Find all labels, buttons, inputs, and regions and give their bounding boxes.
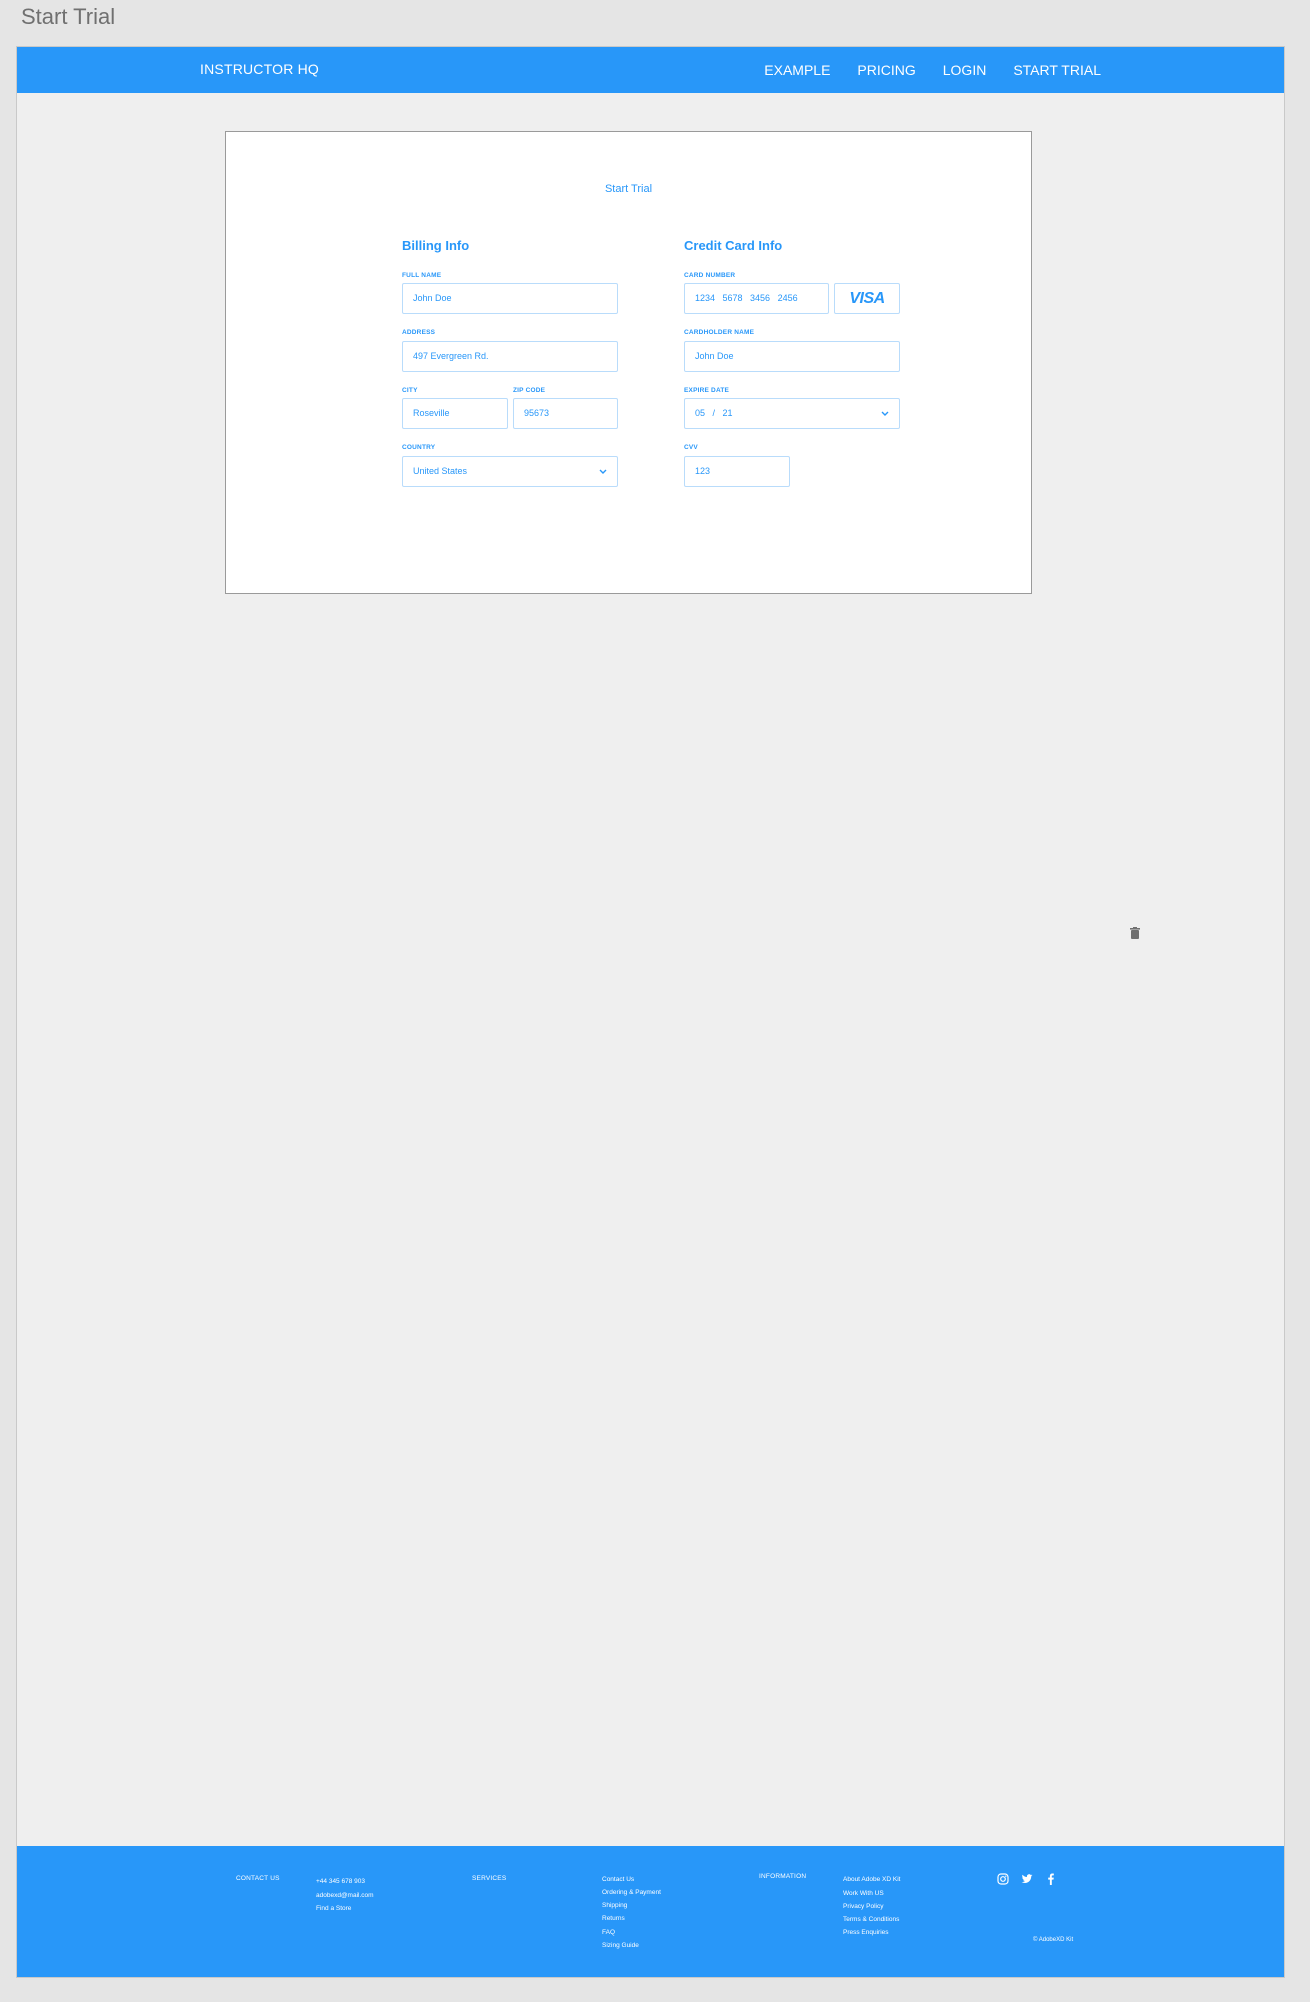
chevron-down-icon: [881, 399, 889, 441]
navbar: INSTRUCTOR HQ EXAMPLE PRICING LOGIN STAR…: [17, 47, 1284, 93]
artboard: INSTRUCTOR HQ EXAMPLE PRICING LOGIN STAR…: [16, 46, 1285, 1978]
footer-copyright: © AdobeXD Kit: [1033, 1937, 1074, 1943]
city-field[interactable]: Roseville: [402, 398, 508, 429]
city-label: CITY: [402, 387, 418, 394]
country-select[interactable]: United States: [402, 456, 618, 487]
footer-phone[interactable]: +44 345 678 903: [316, 1878, 365, 1885]
footer-information-heading: INFORMATION: [759, 1873, 807, 1880]
nav-link-example[interactable]: EXAMPLE: [764, 62, 830, 78]
footer: CONTACT US +44 345 678 903 adobexd@mail.…: [17, 1846, 1284, 1977]
nav-link-start-trial[interactable]: START TRIAL: [1013, 62, 1101, 78]
footer-info-link[interactable]: Work With US: [843, 1890, 884, 1897]
expire-date-value: 05 / 21: [695, 408, 733, 418]
expire-date-select[interactable]: 05 / 21: [684, 398, 900, 429]
instagram-icon[interactable]: [997, 1872, 1009, 1885]
footer-info-link[interactable]: Terms & Conditions: [843, 1916, 899, 1923]
credit-card-heading: Credit Card Info: [684, 238, 783, 253]
cardholder-label: CARDHOLDER NAME: [684, 329, 755, 336]
trash-icon[interactable]: [1130, 926, 1140, 939]
brand-logo[interactable]: INSTRUCTOR HQ: [200, 61, 319, 77]
nav-link-pricing[interactable]: PRICING: [857, 62, 915, 78]
cardholder-field[interactable]: John Doe: [684, 341, 900, 372]
address-label: ADDRESS: [402, 329, 436, 336]
cvv-field[interactable]: 123: [684, 456, 790, 487]
footer-service-link[interactable]: Sizing Guide: [602, 1942, 639, 1949]
visa-logo: VISA: [834, 283, 900, 314]
nav-link-login[interactable]: LOGIN: [943, 62, 987, 78]
footer-info-link[interactable]: Press Enquiries: [843, 1929, 889, 1936]
footer-find-store[interactable]: Find a Store: [316, 1905, 351, 1912]
twitter-icon[interactable]: [1021, 1872, 1033, 1884]
zip-label: ZIP CODE: [513, 387, 546, 394]
footer-service-link[interactable]: Contact Us: [602, 1876, 634, 1883]
footer-services-heading: SERVICES: [472, 1875, 507, 1882]
footer-service-link[interactable]: FAQ: [602, 1929, 615, 1936]
full-name-field[interactable]: John Doe: [402, 283, 618, 314]
address-field[interactable]: 497 Evergreen Rd.: [402, 341, 618, 372]
start-trial-card: Start Trial Billing Info FULL NAME John …: [225, 131, 1032, 594]
zip-field[interactable]: 95673: [513, 398, 618, 429]
billing-heading: Billing Info: [402, 238, 470, 253]
footer-info-link[interactable]: About Adobe XD Kit: [843, 1876, 900, 1883]
nav-links: EXAMPLE PRICING LOGIN START TRIAL: [737, 62, 1101, 78]
card-title: Start Trial: [604, 183, 653, 195]
facebook-icon[interactable]: [1045, 1872, 1057, 1885]
country-value: United States: [413, 466, 468, 476]
cvv-label: CVV: [684, 444, 698, 451]
footer-service-link[interactable]: Shipping: [602, 1902, 627, 1909]
footer-service-link[interactable]: Returns: [602, 1915, 625, 1922]
footer-contact-heading: CONTACT US: [236, 1875, 280, 1882]
chevron-down-icon: [599, 457, 607, 499]
card-number-field[interactable]: 1234 5678 3456 2456: [684, 283, 829, 314]
full-name-label: FULL NAME: [402, 272, 442, 279]
footer-info-link[interactable]: Privacy Policy: [843, 1903, 883, 1910]
footer-service-link[interactable]: Ordering & Payment: [602, 1889, 661, 1896]
card-number-label: CARD NUMBER: [684, 272, 736, 279]
expire-date-label: EXPIRE DATE: [684, 387, 730, 394]
country-label: COUNTRY: [402, 444, 436, 451]
footer-email[interactable]: adobexd@mail.com: [316, 1892, 374, 1899]
artboard-title: Start Trial: [21, 4, 116, 29]
